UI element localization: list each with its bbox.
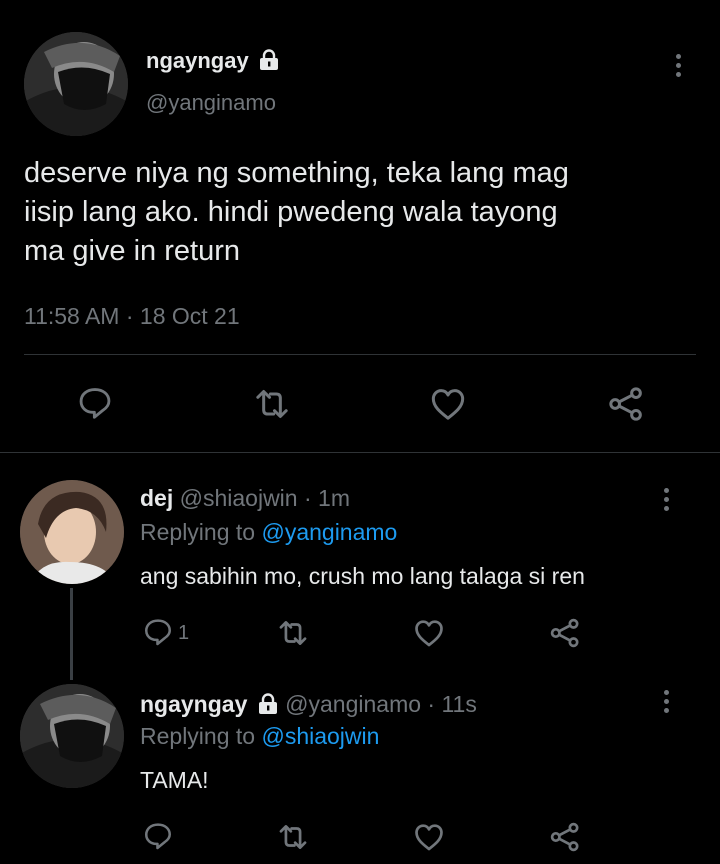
replying-to-handle[interactable]: @shiaojwin (261, 723, 379, 749)
retweet-icon[interactable] (252, 384, 292, 424)
person-avatar-image (20, 480, 124, 584)
display-name[interactable]: ngayngay (146, 48, 249, 73)
user-handle[interactable]: @yanginamo (285, 691, 421, 717)
like-icon[interactable] (412, 616, 446, 650)
tweet-text: deserve niya ng something, teka lang mag… (24, 154, 694, 271)
tweet-text-line: deserve niya ng something, teka lang mag (24, 157, 569, 189)
lock-icon (259, 49, 278, 70)
reply-time: · 1m (303, 485, 350, 511)
divider (0, 452, 720, 453)
display-name[interactable]: dej (140, 485, 173, 511)
replying-to-label: Replying to (140, 723, 256, 749)
share-icon[interactable] (606, 384, 646, 424)
reply-time: · 11s (427, 691, 477, 717)
retweet-icon[interactable] (276, 820, 310, 854)
share-icon[interactable] (548, 616, 582, 650)
reply-icon[interactable] (76, 384, 114, 422)
avatar[interactable] (20, 684, 124, 788)
masked-person-avatar-image (20, 684, 124, 788)
lock-icon (258, 693, 277, 714)
masked-person-avatar-image (24, 32, 128, 136)
display-name[interactable]: ngayngay (140, 691, 247, 717)
more-options-icon[interactable] (662, 690, 670, 717)
retweet-icon[interactable] (276, 616, 310, 650)
like-icon[interactable] (412, 820, 446, 854)
more-options-icon[interactable] (674, 54, 682, 81)
tweet-text-line: iisip lang ako. hindi pwedeng wala tayon… (24, 196, 558, 228)
replying-to-handle[interactable]: @yanginamo (261, 519, 397, 545)
replying-to-label: Replying to (140, 519, 256, 545)
user-handle[interactable]: @shiaojwin (180, 485, 298, 511)
reply-count: 1 (178, 622, 190, 644)
tweet-text-line: ma give in return (24, 235, 240, 267)
user-handle[interactable]: @yanginamo (146, 90, 276, 116)
reply-icon[interactable] (142, 820, 174, 852)
reply-icon[interactable] (142, 616, 174, 648)
divider (24, 354, 696, 355)
more-options-icon[interactable] (662, 488, 670, 515)
reply-text: ang sabihin mo, crush mo lang talaga si … (140, 563, 585, 589)
tweet-timestamp[interactable]: 11:58 AM · 18 Oct 21 (24, 302, 240, 330)
thread-connector-line (70, 588, 73, 680)
avatar[interactable] (20, 480, 124, 584)
avatar[interactable] (24, 32, 128, 136)
reply-text: TAMA! (140, 767, 209, 793)
share-icon[interactable] (548, 820, 582, 854)
like-icon[interactable] (428, 384, 468, 424)
